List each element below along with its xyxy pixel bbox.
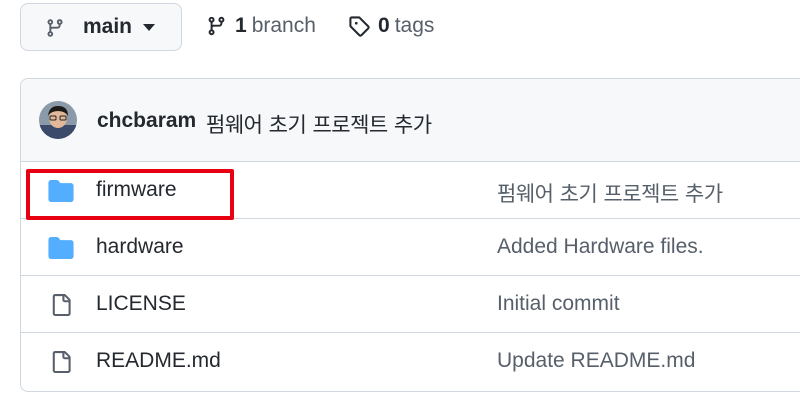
current-branch-name: main [83, 15, 133, 38]
file-row-readme[interactable]: README.md Update README.md [21, 333, 800, 390]
file-icon [52, 294, 71, 316]
git-branch-icon [208, 16, 225, 36]
file-row-license[interactable]: LICENSE Initial commit [21, 276, 800, 333]
file-commit-message[interactable]: Update README.md [497, 349, 695, 373]
tags-link[interactable]: 0 tags [348, 14, 434, 38]
avatar[interactable] [39, 101, 77, 139]
folder-icon [48, 180, 74, 202]
file-name[interactable]: LICENSE [96, 292, 186, 316]
latest-commit-bar: chcbaram 펌웨어 초기 프로젝트 추가 [21, 79, 800, 162]
file-icon [52, 351, 71, 373]
tag-count: 0 [378, 14, 390, 37]
git-branch-icon [47, 19, 63, 37]
folder-icon [48, 237, 74, 259]
file-commit-message[interactable]: Added Hardware files. [497, 235, 704, 259]
file-list: firmware 펌웨어 초기 프로젝트 추가 hardware Added H… [21, 162, 800, 390]
branches-link[interactable]: 1 branch [206, 14, 316, 38]
file-name[interactable]: hardware [96, 235, 184, 259]
file-commit-message[interactable]: 펌웨어 초기 프로젝트 추가 [497, 178, 723, 208]
commit-message[interactable]: 펌웨어 초기 프로젝트 추가 [206, 109, 432, 139]
tag-icon [349, 16, 370, 37]
branch-label: branch [251, 14, 316, 37]
file-row-firmware[interactable]: firmware 펌웨어 초기 프로젝트 추가 [21, 162, 800, 219]
branch-selector-button[interactable]: main [20, 3, 182, 51]
tag-label: tags [394, 14, 435, 37]
chevron-down-icon [143, 24, 155, 31]
file-browser: chcbaram 펌웨어 초기 프로젝트 추가 firmware 펌웨어 초기 … [20, 78, 800, 392]
repo-toolbar: main 1 branch 0 tags [0, 0, 800, 56]
file-commit-message[interactable]: Initial commit [497, 292, 620, 316]
file-name[interactable]: README.md [96, 349, 221, 373]
commit-author[interactable]: chcbaram [97, 109, 196, 133]
file-name[interactable]: firmware [96, 178, 177, 202]
file-row-hardware[interactable]: hardware Added Hardware files. [21, 219, 800, 276]
branch-count: 1 [235, 14, 247, 37]
